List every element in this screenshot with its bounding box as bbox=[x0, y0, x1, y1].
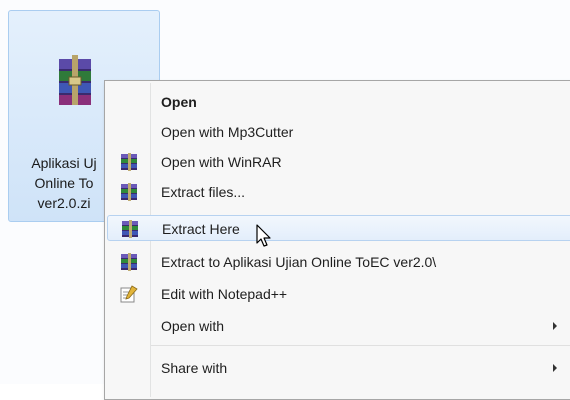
menu-item-edit-with-notepad-plus-plus[interactable]: Edit with Notepad++ bbox=[107, 281, 570, 307]
menu-item-open-with[interactable]: Open with bbox=[107, 313, 570, 339]
winrar-icon bbox=[121, 183, 137, 201]
menu-item-open[interactable]: Open bbox=[107, 89, 570, 115]
menu-item-label: Extract to Aplikasi Ujian Online ToEC ve… bbox=[161, 254, 437, 270]
winrar-archive-icon bbox=[59, 55, 91, 105]
menu-item-share-with[interactable]: Share with bbox=[107, 355, 570, 381]
winrar-icon bbox=[122, 220, 138, 238]
desktop: Aplikasi Uj Online To ver2.0.zi Open Ope… bbox=[0, 0, 570, 400]
mouse-pointer-icon bbox=[256, 224, 271, 247]
file-name-line-3: ver2.0.zi bbox=[37, 195, 91, 211]
menu-item-label: Extract files... bbox=[161, 184, 246, 200]
winrar-icon bbox=[121, 153, 137, 171]
menu-item-open-with-mp3cutter[interactable]: Open with Mp3Cutter bbox=[107, 119, 570, 145]
submenu-arrow-icon bbox=[553, 322, 557, 330]
context-menu: Open Open with Mp3Cutter Open with WinRA… bbox=[104, 80, 570, 400]
submenu-arrow-icon bbox=[553, 364, 557, 372]
file-name-line-1: Aplikasi Uj bbox=[31, 155, 97, 171]
menu-item-extract-here[interactable]: Extract Here bbox=[107, 215, 570, 241]
winrar-icon bbox=[121, 253, 137, 271]
file-name-label: Aplikasi Uj Online To ver2.0.zi bbox=[9, 153, 119, 213]
notepad-plus-plus-icon bbox=[120, 285, 138, 303]
file-name-line-2: Online To bbox=[34, 175, 94, 191]
menu-item-label: Open bbox=[161, 94, 197, 110]
menu-item-label: Open with WinRAR bbox=[161, 154, 282, 170]
menu-item-label: Open with Mp3Cutter bbox=[161, 124, 294, 140]
menu-separator bbox=[151, 345, 570, 346]
menu-item-label: Edit with Notepad++ bbox=[161, 286, 288, 302]
menu-item-label: Open with bbox=[161, 318, 225, 334]
menu-item-extract-files[interactable]: Extract files... bbox=[107, 179, 570, 205]
menu-item-extract-to-folder[interactable]: Extract to Aplikasi Ujian Online ToEC ve… bbox=[107, 249, 570, 275]
menu-item-open-with-winrar[interactable]: Open with WinRAR bbox=[107, 149, 570, 175]
menu-item-label: Share with bbox=[161, 360, 228, 376]
menu-item-label: Extract Here bbox=[162, 221, 240, 237]
